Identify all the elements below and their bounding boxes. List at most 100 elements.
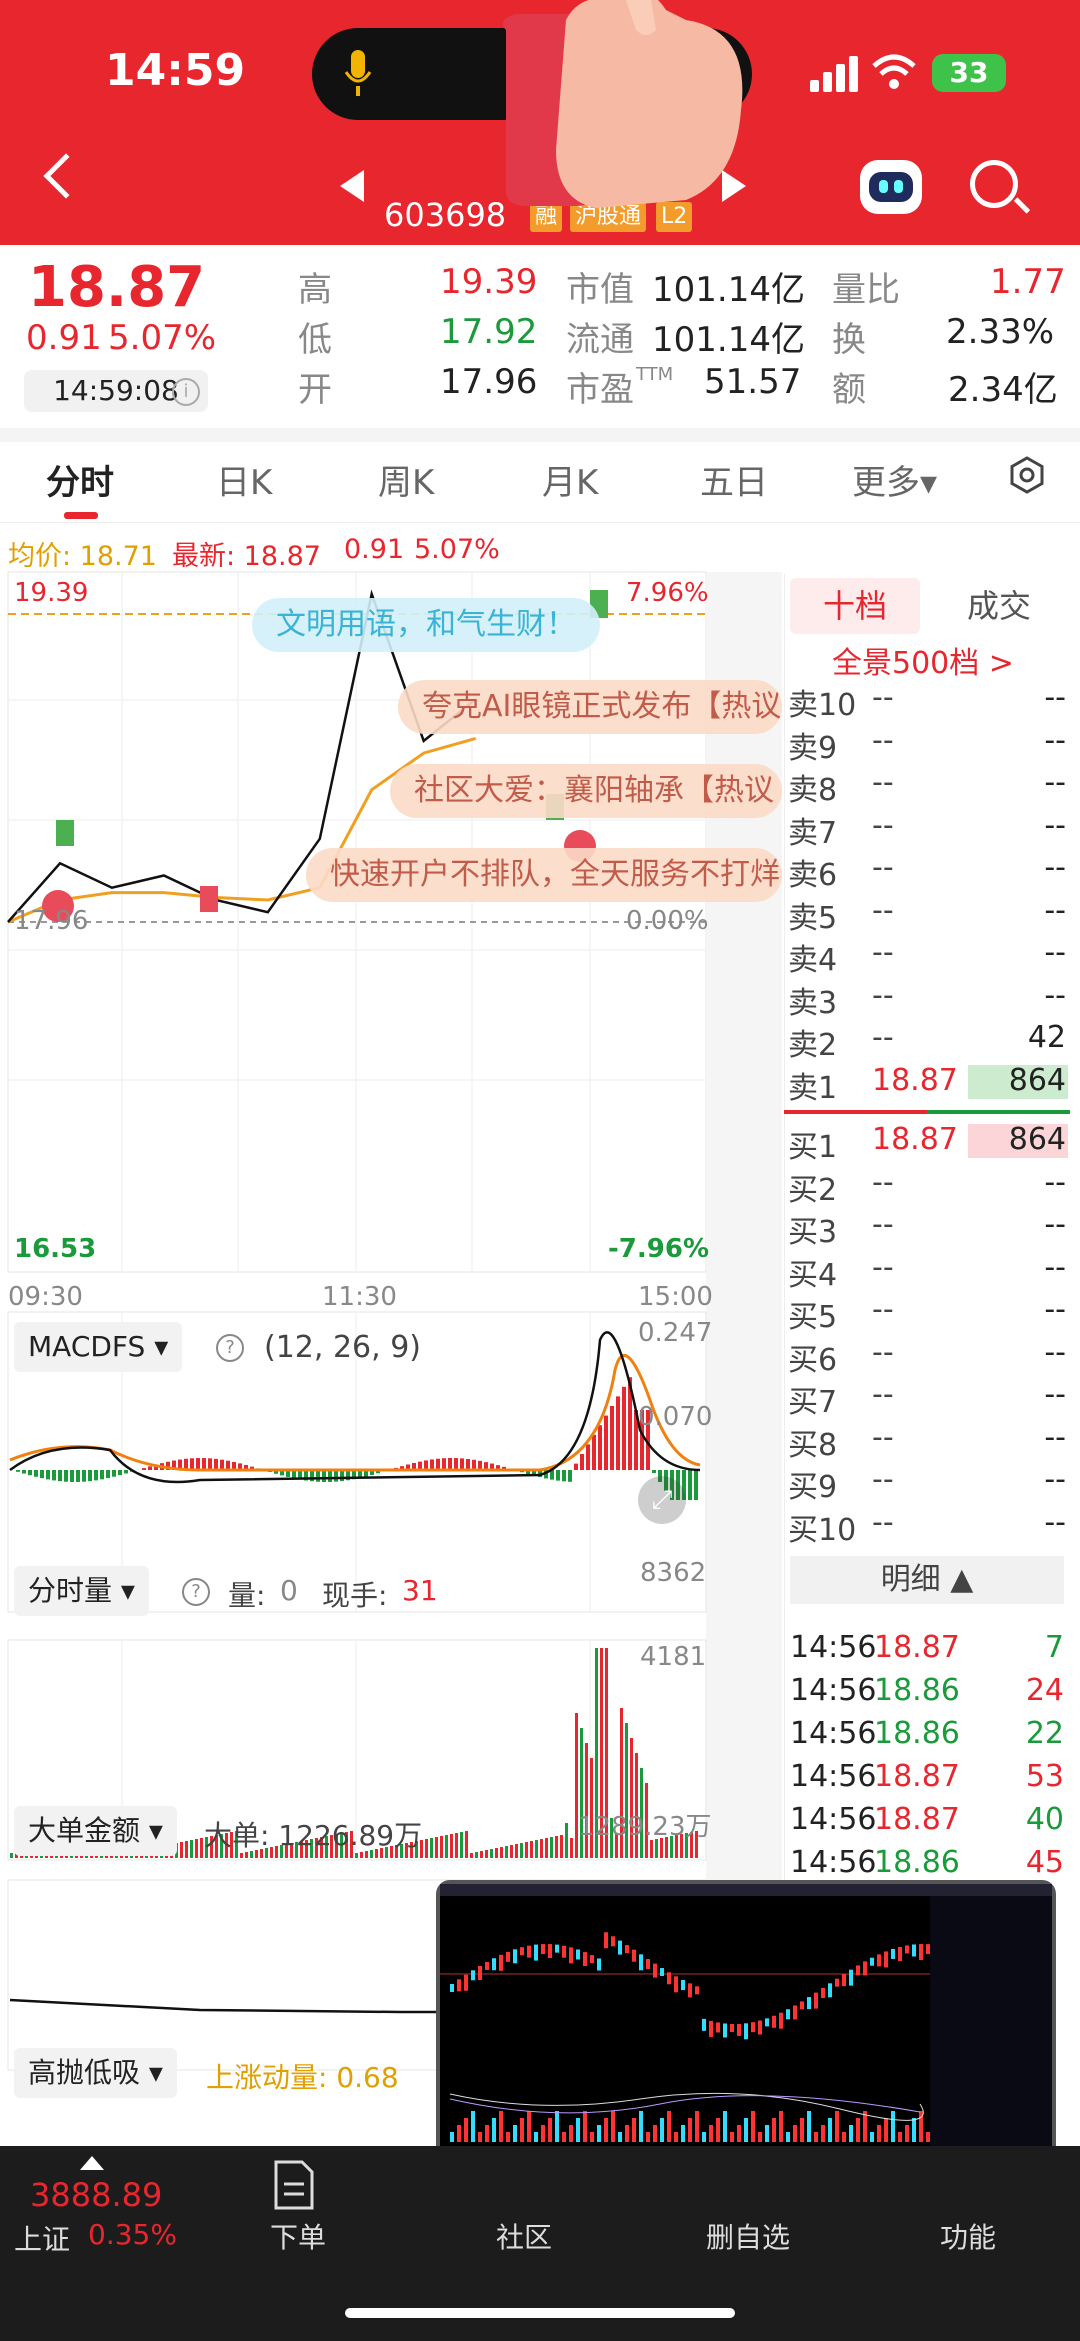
status-time: 14:59 xyxy=(105,45,246,96)
buy-level-row[interactable]: 买2 -- -- xyxy=(788,1164,1068,1208)
level-volume: -- xyxy=(1044,765,1066,800)
function-button[interactable]: 功能 xyxy=(940,2216,996,2256)
help-icon[interactable]: ? xyxy=(216,1334,244,1362)
y-axis-high: 19.39 xyxy=(14,578,89,608)
sell-level-row[interactable]: 卖10 -- -- xyxy=(788,680,1068,723)
trade-detail-row: 14:56 18.86 45 xyxy=(790,1845,1066,1885)
divider xyxy=(0,428,1080,442)
level-price: -- xyxy=(872,722,894,758)
level-label: 买4 xyxy=(788,1257,838,1293)
order-form-icon[interactable] xyxy=(272,2160,316,2210)
y-axis-mid: 17.96 xyxy=(14,906,89,936)
level-label: 买3 xyxy=(788,1215,838,1250)
level-label: 卖4 xyxy=(788,943,838,978)
help-icon[interactable]: ? xyxy=(182,1578,210,1606)
latest-change: 0.91 xyxy=(344,534,405,565)
sell-level-row[interactable]: 卖3 -- -- xyxy=(788,977,1068,1021)
sell-level-row[interactable]: 卖9 -- -- xyxy=(788,722,1068,766)
panorama-500-link[interactable]: 全景500档 > xyxy=(832,638,1014,682)
sell-level-row[interactable]: 卖4 -- -- xyxy=(788,935,1068,978)
level-volume: 42 xyxy=(1027,1020,1066,1055)
y-axis-low: 16.53 xyxy=(14,1234,97,1264)
sell-level-row[interactable]: 卖1 18.87 864 xyxy=(788,1062,1068,1106)
turnover-value: 2.33% xyxy=(946,312,1055,352)
highlow-selector[interactable]: 高抛低吸 ▾ xyxy=(14,2048,177,2098)
tab-more[interactable]: 更多▾ xyxy=(852,455,937,504)
search-icon[interactable] xyxy=(970,160,1018,208)
buy-level-row[interactable]: 买7 -- -- xyxy=(788,1377,1068,1420)
hand-label: 现手: xyxy=(322,1579,388,1612)
level-volume: -- xyxy=(1044,1504,1066,1540)
last-price: 18.87 xyxy=(28,255,206,320)
level-volume: -- xyxy=(1044,1164,1066,1200)
tab-daily-k[interactable]: 日K xyxy=(216,455,272,504)
index-value[interactable]: 3888.89 xyxy=(30,2176,162,2214)
level-volume: -- xyxy=(1044,722,1066,758)
trade-time: 14:56 xyxy=(790,1673,877,1708)
level-volume: -- xyxy=(1044,1334,1066,1370)
order-button[interactable]: 下单 xyxy=(270,2216,326,2256)
mktcap-value: 101.14亿 xyxy=(652,270,805,310)
buy-level-row[interactable]: 买1 18.87 864 xyxy=(788,1122,1068,1165)
pe-label: 市盈 xyxy=(566,370,634,410)
pct-axis-low: -7.96% xyxy=(608,1234,709,1264)
pct-axis-mid: 0.00% xyxy=(626,906,709,936)
sell-level-row[interactable]: 卖6 -- -- xyxy=(788,850,1068,893)
sell-level-row[interactable]: 卖2 -- 42 xyxy=(788,1020,1068,1063)
level-price: -- xyxy=(872,935,894,970)
trade-price: 18.87 xyxy=(874,1759,960,1794)
trade-time: 14:56 xyxy=(790,1630,877,1665)
buy-level-row[interactable]: 买10 -- -- xyxy=(788,1504,1068,1548)
volume-top: 8362 xyxy=(640,1558,707,1588)
level-label: 卖6 xyxy=(788,858,838,893)
level-volume: -- xyxy=(1044,977,1066,1013)
bigorder-selector[interactable]: 大单金额 ▾ xyxy=(14,1806,177,1856)
tab-monthly-k[interactable]: 月K xyxy=(542,455,598,504)
sell-level-row[interactable]: 卖7 -- -- xyxy=(788,808,1068,851)
tab-five-day[interactable]: 五日 xyxy=(700,455,768,504)
buy-level-row[interactable]: 买9 -- -- xyxy=(788,1462,1068,1505)
expand-up-icon[interactable] xyxy=(80,2156,104,2170)
trade-time: 14:56 xyxy=(790,1845,877,1880)
tab-intraday[interactable]: 分时 xyxy=(46,455,114,504)
trade-volume: 45 xyxy=(1025,1845,1064,1880)
tab-weekly-k[interactable]: 周K xyxy=(378,455,434,504)
settings-icon[interactable] xyxy=(1008,456,1046,494)
volume-selector[interactable]: 分时量 ▾ xyxy=(14,1566,149,1616)
level-price: 18.87 xyxy=(872,1062,958,1098)
latest-price: 最新: 18.87 xyxy=(172,541,321,572)
buy-level-row[interactable]: 买8 -- -- xyxy=(788,1420,1068,1463)
low-label: 低 xyxy=(298,320,332,360)
detail-header[interactable]: 明细 ▲ xyxy=(790,1556,1064,1604)
float-label: 流通 xyxy=(566,320,634,360)
trade-detail-row: 14:56 18.87 40 xyxy=(790,1802,1066,1842)
buy-level-row[interactable]: 买3 -- -- xyxy=(788,1207,1068,1250)
macd-selector[interactable]: MACDFS ▾ xyxy=(14,1322,183,1372)
community-button[interactable]: 社区 xyxy=(496,2216,552,2256)
hand-value: 31 xyxy=(402,1574,438,1607)
amount-label: 额 xyxy=(832,370,866,410)
buy-level-row[interactable]: 买4 -- -- xyxy=(788,1250,1068,1293)
level-label: 买8 xyxy=(788,1427,838,1463)
level-label: 买1 xyxy=(788,1130,838,1165)
buy-level-row[interactable]: 买5 -- -- xyxy=(788,1292,1068,1335)
sell-level-row[interactable]: 卖8 -- -- xyxy=(788,765,1068,808)
sell-level-row[interactable]: 卖5 -- -- xyxy=(788,893,1068,936)
remove-watchlist-button[interactable]: 删自选 xyxy=(706,2216,790,2256)
microphone-icon xyxy=(344,50,372,96)
home-indicator[interactable] xyxy=(345,2308,735,2318)
trade-price: 18.87 xyxy=(874,1630,960,1665)
level-volume: -- xyxy=(1044,1377,1066,1412)
level-label: 卖5 xyxy=(788,900,838,936)
tab-ten-level[interactable]: 十档 xyxy=(790,578,920,634)
low-value: 17.92 xyxy=(440,312,538,352)
danmu-message: 夸克AI眼镜正式发布【热议 xyxy=(398,680,782,734)
tab-trades[interactable]: 成交 xyxy=(934,578,1064,634)
x-axis-close: 15:00 xyxy=(638,1282,713,1312)
robot-assistant-icon[interactable] xyxy=(860,160,922,214)
buy-level-row[interactable]: 买6 -- -- xyxy=(788,1334,1068,1378)
info-icon[interactable]: i xyxy=(172,378,200,406)
high-value: 19.39 xyxy=(440,262,538,302)
trade-price: 18.87 xyxy=(874,1802,960,1837)
expand-icon[interactable]: ⤢ xyxy=(638,1476,686,1524)
